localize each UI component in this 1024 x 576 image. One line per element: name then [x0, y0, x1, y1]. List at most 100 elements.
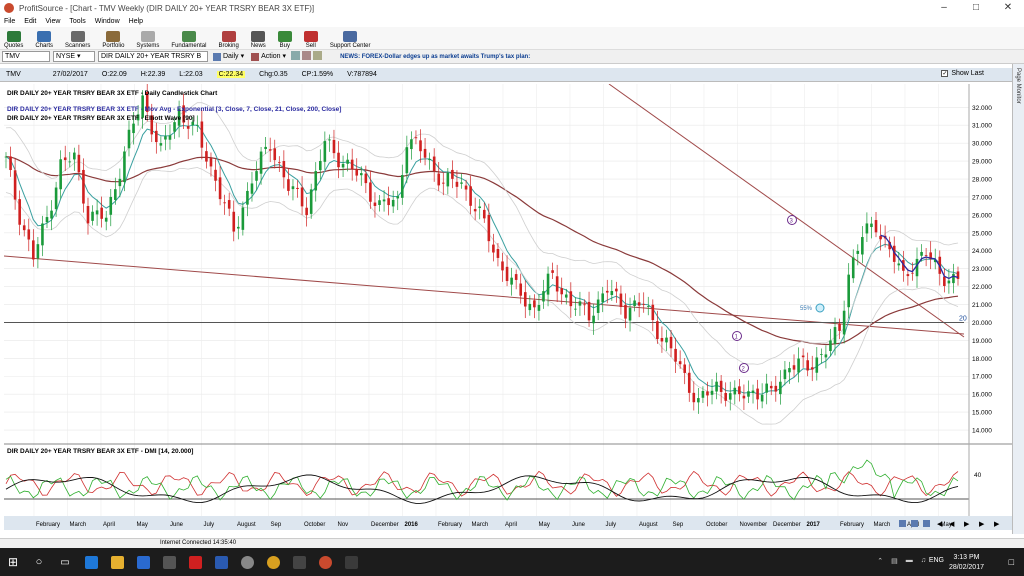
app-icon-14[interactable] — [338, 548, 364, 576]
candle-body — [715, 381, 718, 392]
network-icon[interactable]: ▤ — [891, 557, 898, 565]
exchange-select[interactable]: NYSE ▾ — [53, 51, 95, 62]
store-app[interactable] — [130, 548, 156, 576]
support-center-button[interactable]: Support Center — [330, 26, 371, 49]
candle-body — [842, 310, 846, 335]
chevron-up-icon[interactable]: ⌃ — [877, 557, 883, 565]
zoom-icon[interactable] — [911, 520, 918, 527]
buy-button[interactable]: Buy — [277, 26, 292, 49]
search-button[interactable]: ○ — [26, 548, 52, 576]
start-button[interactable]: ⊞ — [0, 548, 26, 576]
menu-view[interactable]: View — [45, 18, 60, 25]
candle-body — [519, 283, 523, 296]
candle-body — [4, 156, 8, 158]
exchange-value: NYSE — [56, 53, 76, 60]
app-icon-12[interactable] — [286, 548, 312, 576]
candle-body — [751, 390, 755, 394]
tool-icon[interactable] — [291, 51, 301, 60]
minimize-button[interactable]: – — [928, 0, 960, 16]
candle-body — [924, 255, 928, 256]
person-app[interactable] — [234, 548, 260, 576]
charts-button[interactable]: Charts — [35, 26, 53, 49]
menu-help[interactable]: Help — [129, 18, 143, 25]
candle-body — [660, 337, 664, 342]
k-app[interactable] — [182, 548, 208, 576]
explorer-app[interactable] — [104, 548, 130, 576]
menu-tools[interactable]: Tools — [69, 18, 85, 25]
clock[interactable]: 3:13 PM 28/02/2017 — [949, 553, 984, 573]
maximize-button[interactable]: □ — [960, 0, 992, 16]
quote-symbol: TMV — [6, 71, 21, 78]
scroll-right-icon[interactable]: ▶ — [979, 521, 985, 528]
broking-button[interactable]: Broking — [218, 26, 239, 49]
candle-body — [537, 305, 541, 311]
task-view-button[interactable]: ▭ — [52, 548, 78, 576]
candle-body — [592, 315, 595, 324]
support-icon — [343, 31, 358, 42]
menu-file[interactable]: File — [4, 18, 15, 25]
price-chart-svg[interactable]: 32.000 31.000 30.000 29.000 28.000 27.000 26.0… — [3, 81, 1012, 530]
y-tick-label: 21.000 — [972, 302, 992, 309]
security-name-field[interactable]: DIR DAILY 20+ YEAR TRSRY B — [98, 51, 208, 62]
candle-body — [542, 291, 545, 302]
language-indicator[interactable]: ENG — [929, 557, 944, 564]
tool-icon[interactable] — [302, 51, 312, 60]
fib-marker[interactable] — [815, 303, 825, 313]
clock-date: 28/02/2017 — [948, 564, 984, 571]
fundamental-button[interactable]: Fundamental — [171, 26, 206, 49]
candle-body — [318, 160, 322, 171]
candle-body — [482, 209, 486, 219]
candle-body — [22, 225, 26, 231]
systems-button[interactable]: Systems — [136, 26, 159, 49]
volume-icon[interactable]: ♫ — [921, 557, 926, 565]
scroll-right-icon[interactable]: ▶ — [964, 521, 970, 528]
candle-body — [91, 211, 94, 221]
chart-area[interactable]: 32.000 31.000 30.000 29.000 28.000 27.000 26.0… — [3, 81, 1012, 530]
chrome-app[interactable] — [260, 548, 286, 576]
x-axis-label: August — [639, 522, 658, 528]
shield-app[interactable] — [208, 548, 234, 576]
show-last-toggle[interactable]: ✓ Show Last — [941, 70, 998, 77]
store-icon — [136, 555, 150, 569]
x-axis-label: February — [36, 522, 60, 528]
news-ticker[interactable]: NEWS: FOREX-Dollar edges up as market aw… — [340, 54, 530, 60]
quote-close: C:22.34 — [216, 71, 246, 78]
show-last-checkbox[interactable]: ✓ — [941, 70, 949, 77]
notification-icon[interactable]: □ — [1009, 557, 1014, 567]
tool-icon[interactable] — [313, 51, 323, 60]
calculator-app[interactable] — [156, 548, 182, 576]
scroll-right-icon[interactable]: ▶ — [994, 521, 1000, 528]
candle-body — [769, 385, 773, 389]
action-dropdown[interactable]: Action ▾ — [249, 51, 288, 62]
quote-low: L:22.03 — [179, 71, 203, 78]
candle-body — [897, 263, 901, 266]
period-dropdown[interactable]: Daily ▾ — [211, 51, 246, 62]
scroll-left-icon[interactable]: ◀ — [949, 521, 955, 528]
x-axis-label: August — [237, 522, 256, 528]
zoom-icon[interactable] — [899, 520, 906, 527]
candle-body — [628, 307, 632, 321]
candle-body — [359, 173, 363, 176]
scroll-left-icon[interactable]: ◀ — [937, 521, 943, 528]
sell-button[interactable]: Sell — [303, 26, 318, 49]
edge-app[interactable] — [78, 548, 104, 576]
candle-body — [291, 186, 295, 190]
scanners-button[interactable]: Scanners — [65, 26, 90, 49]
candle-body — [378, 200, 381, 206]
page-monitor-tab[interactable]: Page Monitor — [1012, 64, 1024, 534]
close-button[interactable]: ✕ — [992, 0, 1024, 16]
quotes-button[interactable]: Quotes — [4, 26, 23, 49]
support-line-label: 20 — [959, 315, 967, 322]
profitsource-app[interactable] — [312, 548, 338, 576]
symbol-input[interactable]: TMV — [2, 51, 50, 62]
quote-high: H:22.39 — [140, 71, 166, 78]
candle-body — [551, 270, 554, 273]
portfolio-button[interactable]: Portfolio — [102, 26, 124, 49]
battery-icon[interactable]: ▬ — [906, 557, 913, 565]
menu-edit[interactable]: Edit — [24, 18, 36, 25]
candle-body — [747, 391, 750, 397]
news-button[interactable]: News — [251, 26, 266, 49]
zoom-icon[interactable] — [923, 520, 930, 527]
candle-body — [810, 367, 814, 370]
menu-window[interactable]: Window — [95, 18, 120, 25]
